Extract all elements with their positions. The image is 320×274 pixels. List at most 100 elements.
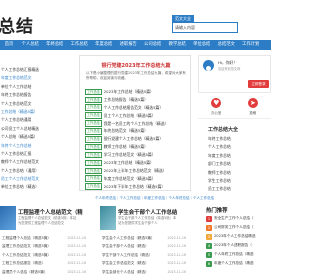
list-item-title[interactable]: 监理员个人总结（精选5篇） xyxy=(2,268,47,274)
hot-item-title[interactable]: 年度个人工作总结（精选 xyxy=(214,259,254,268)
hot-item[interactable]: 5 个人年终工作总结（精选 xyxy=(206,250,271,259)
list-item[interactable]: 工作总结 个人工作总结报告范文（精选5篇） xyxy=(85,104,189,112)
list-item-title[interactable]: 我是一名员工的个人工作总结（精选） xyxy=(104,121,169,127)
list-item-title[interactable]: 教师工作总结（精选5篇） xyxy=(104,144,148,150)
category-tag[interactable]: 工作总结 xyxy=(85,128,102,135)
list-item[interactable]: 个人工作总结范文 xyxy=(0,100,70,108)
list-item[interactable]: 工作总结 2023年工作总结（精选5篇） xyxy=(85,159,189,167)
list-item[interactable]: 工作总结 2023年下半年工作总结（精选5篇） xyxy=(85,183,189,191)
list-item-title[interactable]: 银行党建个人工作总结（精选5篇） xyxy=(104,136,163,142)
nav-item[interactable]: 教学总结 xyxy=(165,40,190,50)
category-tag[interactable]: 工作总结 xyxy=(85,167,102,175)
list-item-title[interactable]: 2023年下半年工作总结（精选5篇） xyxy=(104,184,165,190)
list-item[interactable]: 部门工作总结 xyxy=(208,160,268,168)
list-item-title[interactable]: 学生会部长个人总结（精选） xyxy=(102,268,149,274)
nav-item[interactable]: 工作计划 xyxy=(239,40,264,50)
hot-item[interactable]: 4 2023年个人述职报告（ xyxy=(206,241,271,250)
nav-item[interactable]: 总结范文 xyxy=(214,40,239,50)
list-item-title[interactable]: 工作总结报告（精选5篇） xyxy=(104,97,148,103)
list-item[interactable]: 工作总结 教师工作总结（精选5篇） xyxy=(85,143,189,151)
category-tag[interactable]: 工作总结 xyxy=(85,104,102,111)
list-item[interactable]: 监理员个人总结（精选5篇） 2023-11-16 xyxy=(2,268,86,274)
list-item[interactable]: 年度工作总结 xyxy=(208,152,268,160)
featured-title[interactable]: 银行党建2023年工作总结九篇 xyxy=(80,62,192,69)
category-tag[interactable]: 工作总结 xyxy=(85,136,102,143)
login-button[interactable]: 立即登录 xyxy=(248,80,269,88)
list-item[interactable]: 公司员工个人总结精选 xyxy=(0,125,70,133)
list-item[interactable]: 学生干部个人工作总结（精选） 2023-11-16 xyxy=(102,251,186,259)
nav-item[interactable]: 年终总结 xyxy=(43,40,68,50)
category-tag[interactable]: 工作总结 xyxy=(85,151,102,159)
nav-item[interactable]: 工作总结 xyxy=(67,40,92,50)
nav-item[interactable]: 述职报告 xyxy=(116,40,141,50)
hot-item-title[interactable]: 2023年个人工作总结精选 xyxy=(214,232,256,241)
list-item[interactable]: 年终个人工作总结 xyxy=(0,142,70,150)
hot-item[interactable]: 6 年度个人工作总结（精选 xyxy=(206,259,271,268)
category-tag[interactable]: 工作总结 xyxy=(85,143,102,151)
list-item-title[interactable]: 员工个人工作总结（精选5篇） xyxy=(104,113,156,119)
list-item[interactable]: 个人总结（精选5篇） xyxy=(0,133,70,141)
list-item[interactable]: 个人工作总结通用 xyxy=(0,116,70,124)
quick-office[interactable]: ♥ 办公室 xyxy=(204,95,228,118)
list-item[interactable]: 员工个人工作总结范文 xyxy=(0,175,70,183)
list-item-title[interactable]: 学生干部个人工作总结（精选） xyxy=(102,251,152,259)
hot-item[interactable]: 2 公司财务工作个人总结（ xyxy=(206,223,271,232)
list-item[interactable]: 年度工作总结范文 xyxy=(0,74,70,82)
list-item[interactable]: 工作总结 2022年上半年工作总结范文（精选） xyxy=(85,167,189,175)
card-thumbnail[interactable] xyxy=(0,206,16,230)
list-item-title[interactable]: 学生会干部个人总结（精选） xyxy=(102,242,149,250)
nav-item[interactable]: 单位总结 xyxy=(190,40,215,50)
list-item[interactable]: 单位个人工作总结 xyxy=(0,83,70,91)
list-item-title[interactable]: 监理工作总结范文（精选5篇） xyxy=(2,242,51,250)
card-title[interactable]: 工程监理个人总结范文（精 xyxy=(18,208,83,216)
list-item[interactable]: 工作总结 银行党建个人工作总结（精选5篇） xyxy=(85,135,189,143)
hot-item-title[interactable]: 个人年终工作总结（精选 xyxy=(214,250,254,259)
list-item[interactable]: 工作总结 年终总结范文（精选5篇） xyxy=(85,127,189,135)
list-item[interactable]: 工作总结（精选5篇） xyxy=(0,108,70,116)
search-input[interactable] xyxy=(175,25,235,31)
list-item[interactable]: 工程工作总结报告（精选） 2023-11-16 xyxy=(2,259,86,267)
category-tag[interactable]: 工作总结 xyxy=(85,159,102,167)
nav-item[interactable]: 首页 xyxy=(0,40,18,50)
list-item-title[interactable]: 工程监理个人总结（精选5篇） xyxy=(2,234,51,242)
list-item[interactable]: 年终工作总结 xyxy=(208,135,268,143)
nav-item[interactable]: 公司总结 xyxy=(141,40,166,50)
list-item-title[interactable]: 学生会工作总结范文（精选） xyxy=(102,259,149,267)
link-row[interactable]: 个人年终总结｜个人工作总结｜年度工作总结｜个人年终总结｜个人工作总结 xyxy=(95,196,271,201)
list-item[interactable]: 学生工作总结 xyxy=(208,177,268,185)
category-tag[interactable]: 工作总结 xyxy=(85,175,102,182)
list-item[interactable]: 个人工作总结 xyxy=(208,143,268,151)
list-item[interactable]: 工作总结 年度工作总结范文（精选5篇） xyxy=(85,175,189,183)
list-item[interactable]: 监理工作总结范文（精选5篇） 2023-11-16 xyxy=(2,242,86,250)
hot-item[interactable]: 1 安全生产工作个人总结（ xyxy=(206,214,271,223)
hot-item-title[interactable]: 2023年个人述职报告（ xyxy=(214,241,252,250)
list-item[interactable]: 学生会工作总结范文（精选） 2023-11-16 xyxy=(102,259,186,267)
list-item[interactable]: 个人工作总结汇报精选 xyxy=(0,66,70,74)
list-item[interactable]: 工作总结 员工个人工作总结（精选5篇） xyxy=(85,112,189,120)
list-item[interactable]: 学生会干部个人总结（精选） 2023-11-16 xyxy=(102,242,186,250)
category-tag[interactable]: 工作总结 xyxy=(85,88,102,96)
hot-item-title[interactable]: 公司财务工作个人总结（ xyxy=(214,223,254,232)
category-tag[interactable]: 工作总结 xyxy=(85,120,102,127)
list-item[interactable]: 年终工作总结报告 xyxy=(0,91,70,99)
category-tag[interactable]: 工作总结 xyxy=(85,112,102,119)
card-thumbnail[interactable] xyxy=(100,206,116,230)
category-tag[interactable]: 工作总结 xyxy=(85,183,102,190)
list-item-title[interactable]: 2022年上半年工作总结范文（精选） xyxy=(104,168,167,174)
card-title[interactable]: 学生会干部个人工作总结 xyxy=(118,208,177,216)
list-item[interactable]: 工作总结 学习工作总结范文（精选5篇） xyxy=(85,151,189,159)
hot-item-title[interactable]: 安全生产工作个人总结（ xyxy=(214,214,254,223)
list-item-title[interactable]: 学习工作总结范文（精选5篇） xyxy=(104,152,156,158)
list-item-title[interactable]: 2023年工作总结（精选5篇） xyxy=(104,160,154,166)
search-category-tab[interactable]: 范文大全 xyxy=(172,15,194,22)
list-item[interactable]: 学生会个人工作总结（精选5篇） 2023-11-16 xyxy=(102,234,186,242)
list-item[interactable]: 工程监理个人总结（精选5篇） 2023-11-16 xyxy=(2,234,86,242)
list-item-title[interactable]: 个人工作总结范文（精选5篇） xyxy=(2,251,51,259)
list-item-title[interactable]: 年度工作总结范文（精选5篇） xyxy=(104,176,156,182)
list-item-title[interactable]: 年终总结范文（精选5篇） xyxy=(104,128,148,134)
list-item-title[interactable]: 2023年工作总结（精选5篇） xyxy=(104,89,154,95)
list-item[interactable]: 个人工作总结（通用） xyxy=(0,167,70,175)
list-item[interactable]: 个人工作总结汇报 xyxy=(0,150,70,158)
list-item[interactable]: 单位工作总结（精选） xyxy=(0,183,70,191)
list-item-title[interactable]: 个人工作总结报告范文（精选5篇） xyxy=(104,105,163,111)
